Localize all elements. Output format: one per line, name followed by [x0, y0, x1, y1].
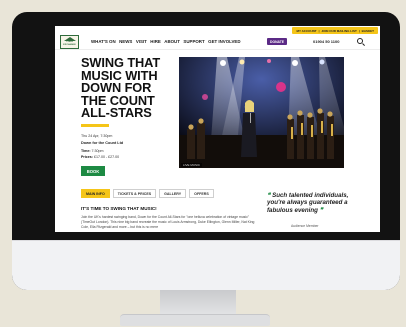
quote-open-icon: ❝ [267, 192, 271, 199]
nav-item-hire[interactable]: HIRE [150, 39, 161, 44]
content-heading: IT'S TIME TO SWING THAT MUSIC! [81, 206, 157, 211]
tab-gallery[interactable]: GALLERY [159, 189, 187, 198]
my-account-link[interactable]: MY ACCOUNT [296, 29, 316, 33]
monitor-stand-neck [160, 290, 236, 316]
time-label: Time: [81, 149, 91, 153]
review-quote: ❝ Such talented individuals, you're alwa… [267, 192, 353, 214]
event-time: Time: 7:30pm [81, 149, 104, 153]
event-promoter: Down for the Count Ltd [81, 141, 124, 145]
event-price: Prices: £17.00 - £27.00 [81, 155, 119, 159]
price-value: £17.00 - £27.00 [94, 155, 120, 159]
quote-attribution: Audience Member [291, 224, 319, 228]
event-tabs: MAIN INFO TICKETS & PRICES GALLERY OFFER… [81, 189, 214, 198]
nav-item-visit[interactable]: VISIT [136, 39, 147, 44]
tab-offers[interactable]: OFFERS [189, 189, 214, 198]
website-screen: MY ACCOUNT | JOIN OUR MAILING LIST | BAS… [55, 26, 380, 232]
nav-item-whats-on[interactable]: WHAT'S ON [91, 39, 116, 44]
search-icon[interactable] [357, 38, 363, 44]
quote-close-icon: ❞ [319, 206, 323, 214]
monitor-stand-base [120, 314, 270, 326]
phone-number[interactable]: 01904 50 1100 [313, 39, 339, 44]
quote-text: Such talented individuals, you're always… [267, 192, 349, 214]
site-logo[interactable]: CORN EXCHANGE [60, 35, 79, 49]
nav-menu: WHAT'S ON NEWS VISIT HIRE ABOUT SUPPORT … [91, 39, 241, 44]
time-value: 7:30pm [91, 149, 104, 153]
book-button[interactable]: BOOK [81, 166, 105, 176]
utility-bar: MY ACCOUNT | JOIN OUR MAILING LIST | BAS… [292, 27, 378, 34]
image-caption: LIVE MUSIC [181, 163, 203, 167]
tab-tickets-prices[interactable]: TICKETS & PRICES [112, 189, 157, 198]
monitor-chin [12, 240, 400, 290]
tab-main-info[interactable]: MAIN INFO [81, 189, 110, 198]
nav-item-about[interactable]: ABOUT [164, 39, 180, 44]
main-navigation: CORN EXCHANGE WHAT'S ON NEWS VISIT HIRE … [55, 34, 380, 50]
event-hero-image: LIVE MUSIC [179, 57, 344, 168]
content-body: Join the UK's hardest swinging band, Dow… [81, 215, 255, 230]
nav-item-support[interactable]: SUPPORT [183, 39, 204, 44]
logo-text-line2: EXCHANGE [63, 44, 76, 46]
mailing-list-link[interactable]: JOIN OUR MAILING LIST [321, 29, 356, 33]
concert-stage-picture [179, 57, 344, 168]
event-date: Thu 24 Apr, 7:30pm [81, 134, 113, 138]
nav-item-news[interactable]: NEWS [119, 39, 132, 44]
nav-item-get-involved[interactable]: GET INVOLVED [208, 39, 240, 44]
title-accent-bar [81, 124, 109, 127]
price-label: Prices: [81, 155, 93, 159]
donate-button[interactable]: DONATE [267, 38, 288, 45]
basket-link[interactable]: BASKET [362, 29, 374, 33]
event-title: SWING THAT MUSIC WITH DOWN FOR THE COUNT… [81, 55, 161, 121]
